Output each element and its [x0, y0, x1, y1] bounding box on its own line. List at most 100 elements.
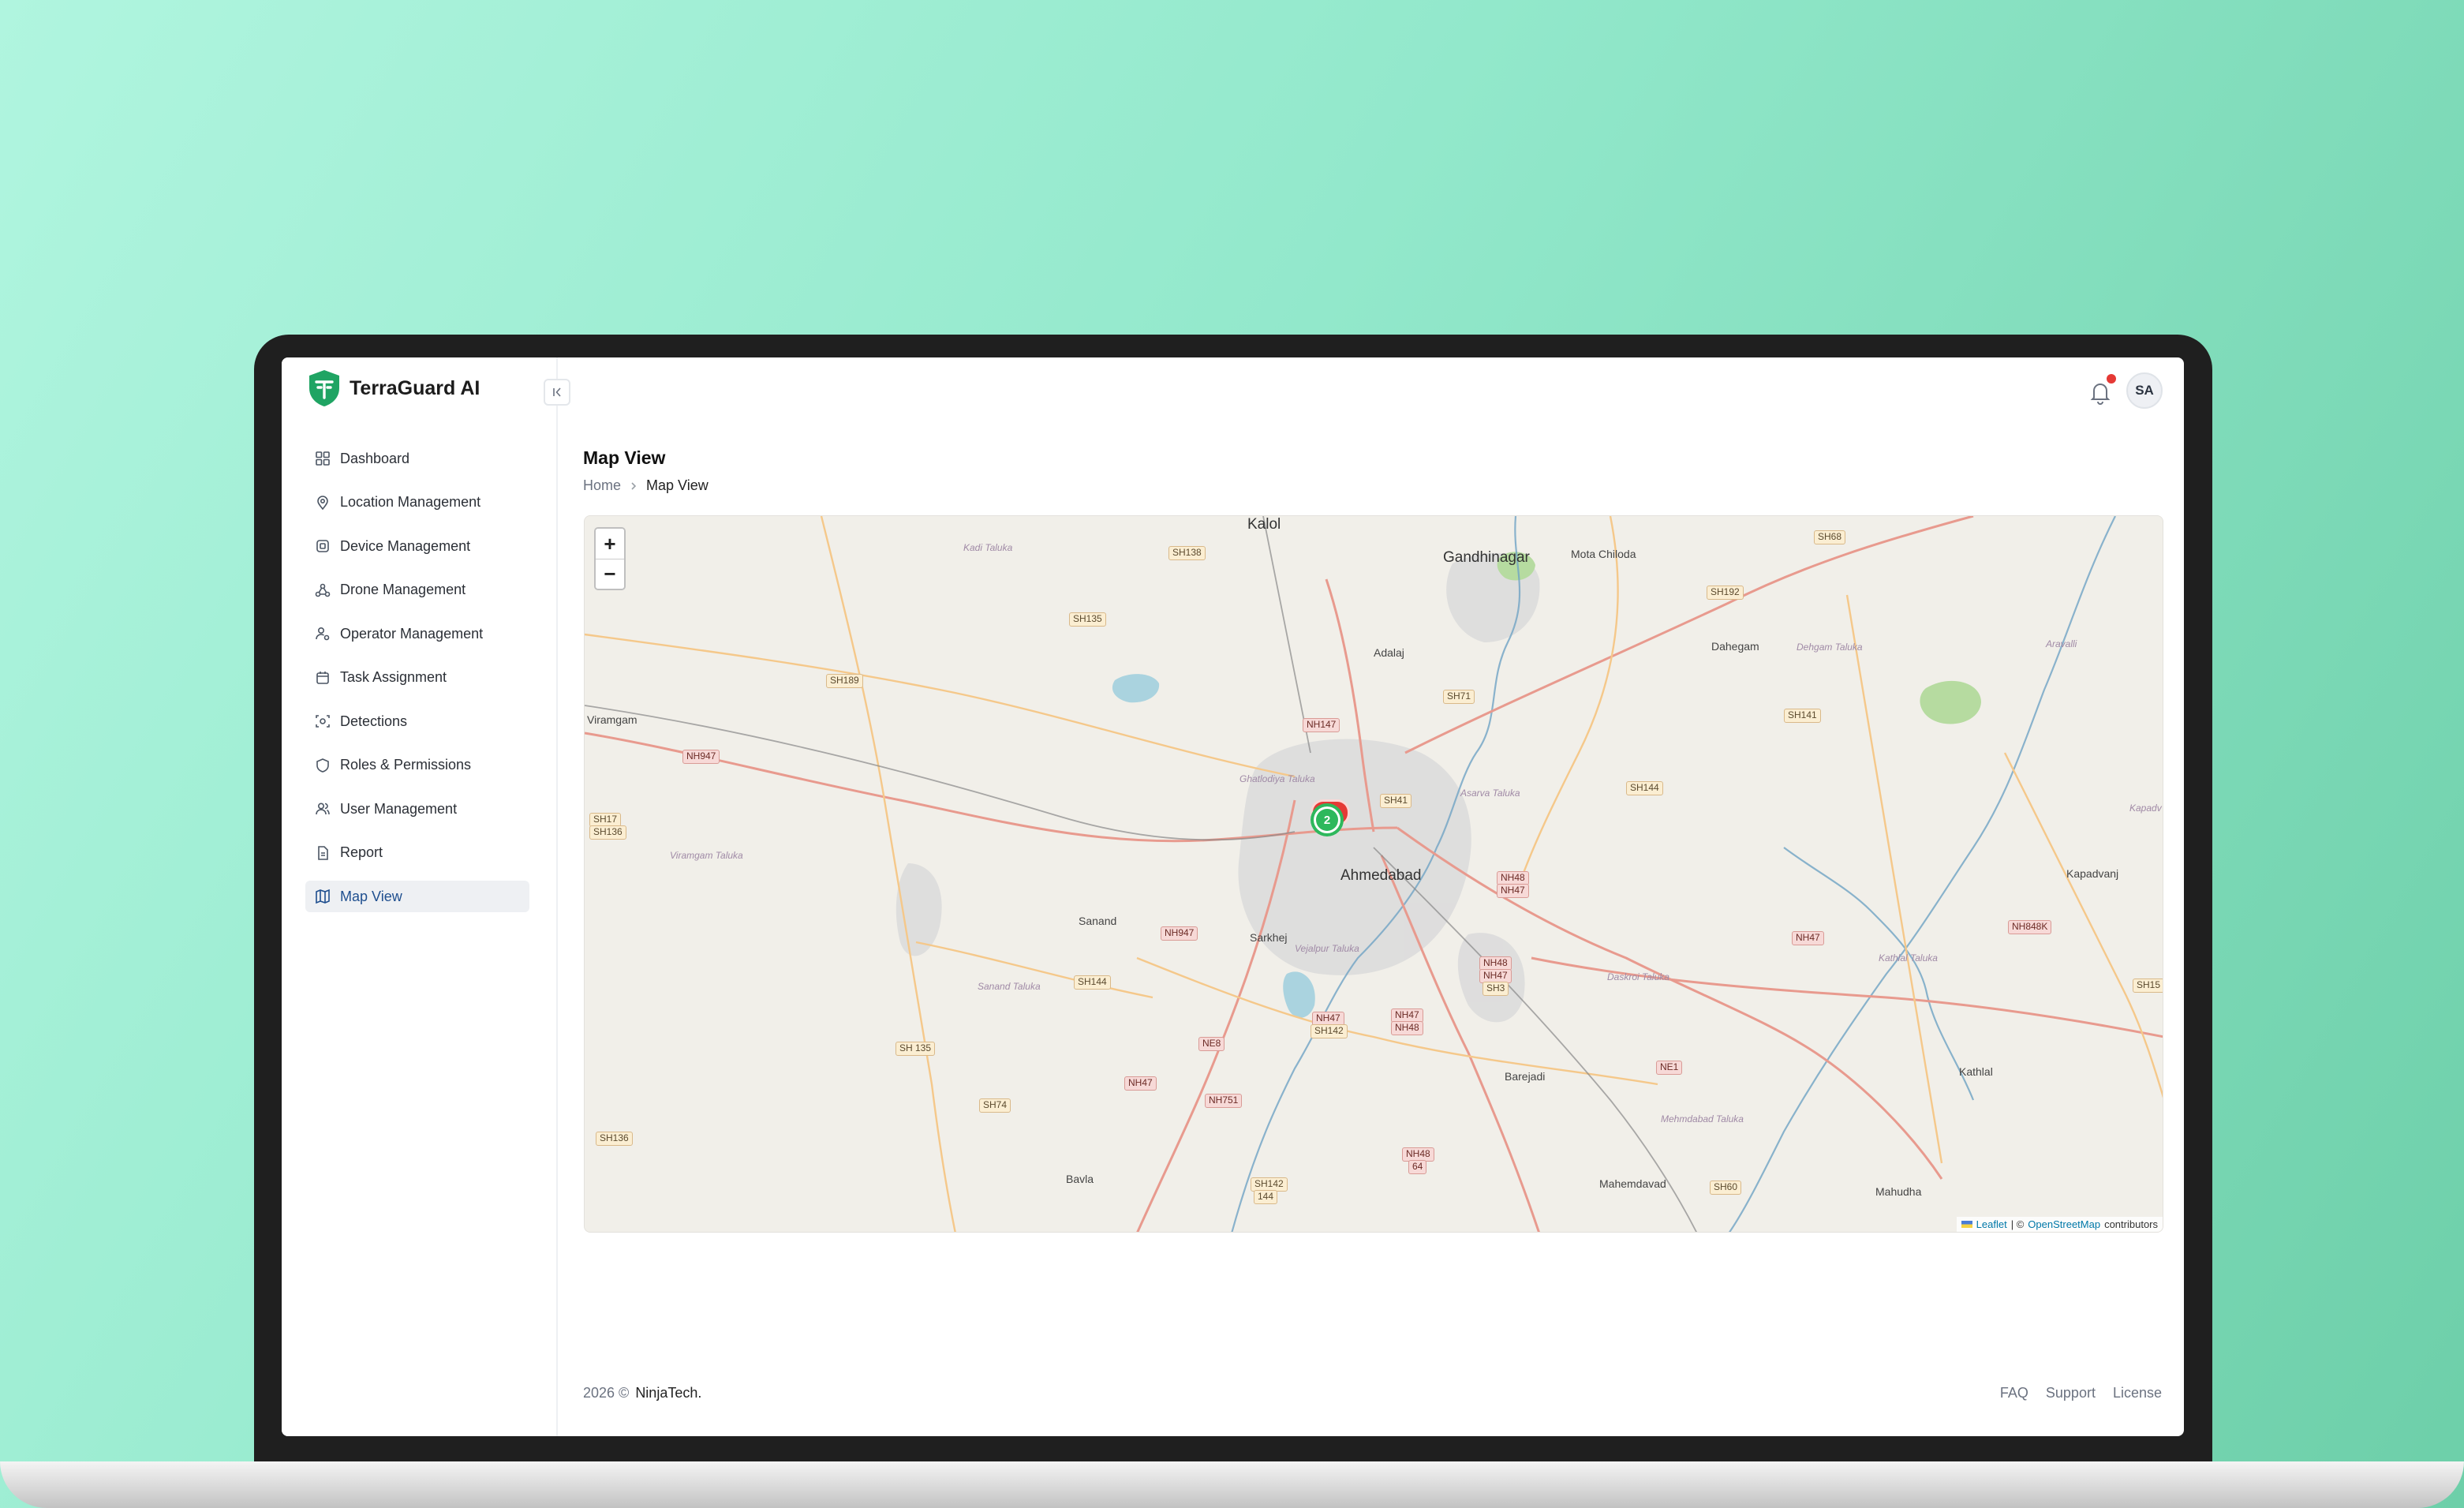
map-place-label: Dahegam	[1711, 640, 1759, 653]
map-place-label: Sarkhej	[1250, 931, 1288, 944]
sidebar-item-label: Report	[340, 844, 383, 860]
road-shield: NH47	[1792, 931, 1824, 945]
sidebar-item-device-management[interactable]: Device Management	[305, 530, 529, 562]
attribution-separator: | ©	[2010, 1218, 2025, 1230]
sidebar: TerraGuard AI Dashboard Location Managem…	[282, 357, 558, 1436]
sidebar-item-task-assignment[interactable]: Task Assignment	[305, 662, 529, 694]
notification-badge	[2107, 374, 2116, 384]
chip-icon	[316, 540, 329, 552]
openstreetmap-link[interactable]: OpenStreetMap	[2028, 1218, 2100, 1230]
map-place-label: Viramgam	[587, 713, 637, 726]
sidebar-item-label: Device Management	[340, 537, 471, 554]
sidebar-item-user-management[interactable]: User Management	[305, 793, 529, 825]
map-taluka-label: Kadi Taluka	[963, 542, 1013, 553]
grid-icon	[316, 451, 330, 466]
road-shield: SH74	[979, 1098, 1011, 1113]
map-taluka-label: Daskroi Taluka	[1607, 971, 1669, 982]
map-place-label: Kathlal	[1959, 1065, 1993, 1078]
road-shield: NE8	[1198, 1037, 1225, 1051]
map-taluka-label: Viramgam Taluka	[670, 850, 743, 861]
road-shield: NH47	[1124, 1076, 1157, 1091]
map-icon	[316, 889, 330, 904]
location-pin-icon	[317, 495, 328, 510]
footer-company-link[interactable]: NinjaTech.	[635, 1385, 701, 1401]
map-place-label: Mahudha	[1875, 1185, 1922, 1198]
map-taluka-label: Mehmdabad Taluka	[1661, 1113, 1744, 1124]
map-taluka-label: Aravalli	[2046, 638, 2077, 649]
sidebar-item-dashboard[interactable]: Dashboard	[305, 443, 529, 474]
page-title: Map View	[583, 447, 666, 468]
leaflet-link[interactable]: Leaflet	[1976, 1218, 2007, 1230]
road-shield: NH848K	[2008, 920, 2052, 934]
collapse-sidebar-button[interactable]	[544, 379, 570, 406]
road-shield: 144	[1254, 1190, 1278, 1204]
footer-link-support[interactable]: Support	[2046, 1385, 2096, 1401]
laptop-base	[0, 1461, 2464, 1508]
sidebar-item-label: Location Management	[340, 494, 481, 510]
avatar[interactable]: SA	[2126, 372, 2163, 409]
footer-link-faq[interactable]: FAQ	[2000, 1385, 2028, 1401]
shield-icon	[316, 758, 329, 773]
map-taluka-label: Sanand Taluka	[978, 981, 1041, 992]
road-shield: SH3	[1483, 982, 1509, 996]
map-place-label: Kapadvanj	[2066, 867, 2119, 880]
road-shield: SH135	[1069, 612, 1106, 627]
road-shield: SH189	[826, 674, 863, 688]
zoom-control: + −	[594, 527, 626, 590]
road-shield: NH751	[1205, 1094, 1243, 1108]
road-shield: SH141	[1784, 709, 1821, 723]
footer-links: FAQ Support License	[2000, 1385, 2162, 1401]
brand[interactable]: TerraGuard AI	[307, 369, 480, 408]
sidebar-item-label: Task Assignment	[340, 669, 447, 685]
road-shield: NE1	[1656, 1061, 1683, 1075]
ukraine-flag-icon	[1961, 1221, 1972, 1228]
sidebar-item-label: Drone Management	[340, 582, 466, 597]
map-place-label: Ahmedabad	[1340, 867, 1422, 884]
road-shield: SH60	[1710, 1181, 1742, 1195]
map-place-label: Gandhinagar	[1443, 549, 1530, 566]
sidebar-item-drone-management[interactable]: Drone Management	[305, 574, 529, 606]
breadcrumb: Home Map View	[583, 477, 709, 494]
road-shield: 64	[1408, 1160, 1427, 1174]
road-shield: SH15	[2133, 979, 2163, 993]
road-shield: NH947	[1161, 926, 1198, 941]
map-taluka-label: Ghatlodiya Taluka	[1239, 773, 1315, 784]
sidebar-item-operator-management[interactable]: Operator Management	[305, 618, 529, 649]
sidebar-nav: Dashboard Location Management Device Man…	[305, 443, 529, 925]
attribution-suffix: contributors	[2104, 1218, 2158, 1230]
app-name: TerraGuard AI	[350, 376, 480, 399]
sidebar-item-detections[interactable]: Detections	[305, 705, 529, 737]
map-place-label: Mahemdavad	[1599, 1177, 1666, 1190]
road-shield: SH136	[596, 1132, 633, 1146]
road-shield: SH142	[1311, 1024, 1348, 1038]
document-icon	[318, 845, 328, 860]
sidebar-item-report[interactable]: Report	[305, 837, 529, 869]
user-gear-icon	[316, 627, 330, 641]
map-taluka-label: Vejalpur Taluka	[1295, 943, 1359, 954]
road-shield: SH136	[589, 825, 626, 840]
map-place-label: Mota Chiloda	[1571, 548, 1636, 560]
sidebar-item-map-view[interactable]: Map View	[305, 881, 529, 912]
calendar-icon	[316, 671, 329, 684]
shield-logo-icon	[309, 370, 339, 406]
footer-year: 2026 ©	[583, 1385, 630, 1401]
footer-link-license[interactable]: License	[2113, 1385, 2162, 1401]
map-container[interactable]: Kalol Gandhinagar Mota Chiloda Adalaj Da…	[584, 515, 2163, 1233]
road-shield: SH144	[1074, 975, 1111, 990]
breadcrumb-home[interactable]: Home	[583, 477, 621, 494]
sidebar-item-label: Dashboard	[340, 450, 410, 466]
zoom-out-button[interactable]: −	[596, 559, 624, 589]
road-shield: SH68	[1814, 530, 1846, 544]
breadcrumb-current: Map View	[646, 477, 709, 493]
road-shield: SH144	[1626, 781, 1663, 795]
map-taluka-label: Dehgam Taluka	[1797, 642, 1863, 653]
sidebar-item-label: User Management	[340, 800, 458, 817]
road-shield: NH947	[682, 750, 720, 764]
map-taluka-label: Asarva Taluka	[1460, 788, 1520, 799]
sidebar-item-location-management[interactable]: Location Management	[305, 487, 529, 518]
road-shield: SH 135	[895, 1042, 936, 1056]
zoom-in-button[interactable]: +	[596, 529, 624, 559]
map-place-label: Barejadi	[1505, 1070, 1546, 1083]
sidebar-item-roles-permissions[interactable]: Roles & Permissions	[305, 750, 529, 781]
marker-cluster[interactable]: 2	[1311, 803, 1344, 836]
